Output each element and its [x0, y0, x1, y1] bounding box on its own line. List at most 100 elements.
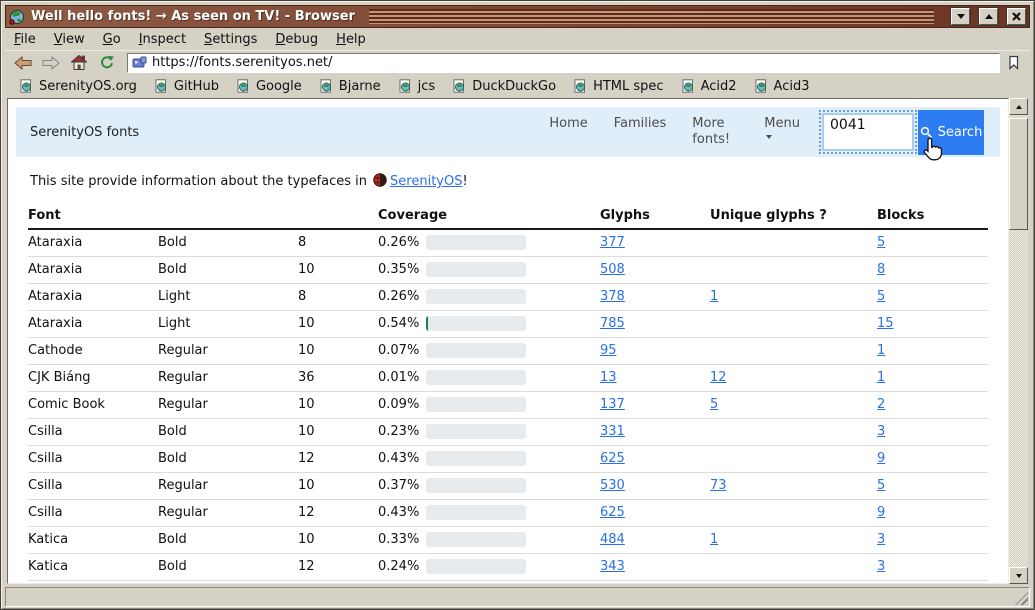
- scrollbar-thumb[interactable]: [1009, 118, 1028, 230]
- forward-button[interactable]: [37, 53, 65, 73]
- blocks-link[interactable]: 3: [877, 424, 885, 439]
- url-input[interactable]: [152, 55, 995, 71]
- glyphs-link[interactable]: 785: [600, 316, 625, 331]
- back-button[interactable]: [9, 53, 37, 73]
- bookmark-item[interactable]: jcs: [390, 79, 445, 94]
- nav-link-families[interactable]: Families: [614, 116, 667, 132]
- bookmark-item[interactable]: Acid2: [673, 79, 746, 94]
- blocks-link[interactable]: 3: [877, 559, 885, 574]
- table-row: Csilla Regular 10 0.37% 530 73 5: [28, 472, 988, 499]
- maximize-button[interactable]: [979, 8, 998, 25]
- glyphs-link[interactable]: 625: [600, 505, 625, 520]
- home-button[interactable]: [65, 53, 93, 73]
- blocks-link[interactable]: 5: [877, 478, 885, 493]
- menu-item[interactable]: File: [5, 32, 45, 47]
- cell-coverage-bar: [426, 256, 600, 283]
- title-bar[interactable]: Well hello fonts! → As seen on TV! - Bro…: [5, 5, 1030, 28]
- blocks-link[interactable]: 3: [877, 532, 885, 547]
- page-globe-icon: [237, 79, 250, 93]
- glyphs-link[interactable]: 625: [600, 451, 625, 466]
- glyphs-link[interactable]: 331: [600, 424, 625, 439]
- nav-menu-dropdown[interactable]: Menu: [764, 116, 800, 139]
- unique-glyphs-link[interactable]: 73: [710, 478, 727, 493]
- blocks-link[interactable]: 15: [877, 316, 894, 331]
- unique-glyphs-link[interactable]: 1: [710, 289, 718, 304]
- glyphs-link[interactable]: 13: [600, 370, 617, 385]
- blocks-link[interactable]: 9: [877, 451, 885, 466]
- cell-blocks: 9: [877, 445, 988, 472]
- glyphs-link[interactable]: 343: [600, 559, 625, 574]
- search-button[interactable]: Search: [918, 110, 984, 155]
- glyphs-link[interactable]: 508: [600, 262, 625, 277]
- scroll-down-button[interactable]: [1009, 567, 1028, 584]
- bookmark-item[interactable]: HTML spec: [565, 79, 672, 94]
- header-coverage: Coverage: [378, 203, 600, 229]
- cell-weight: Regular: [158, 391, 298, 418]
- serenityos-link[interactable]: SerenityOS: [390, 174, 462, 189]
- blocks-link[interactable]: 2: [877, 397, 885, 412]
- reload-button[interactable]: [93, 53, 121, 73]
- cell-coverage-bar: [426, 418, 600, 445]
- blocks-link[interactable]: 8: [877, 262, 885, 277]
- cell-unique-glyphs: [710, 445, 877, 472]
- cell-unique-glyphs: [710, 418, 877, 445]
- bookmark-item[interactable]: DuckDuckGo: [444, 79, 565, 94]
- cell-unique-glyphs: 1: [710, 526, 877, 553]
- scroll-up-button[interactable]: [1009, 98, 1028, 115]
- ladyball-icon: [373, 173, 387, 187]
- unique-glyphs-link[interactable]: 12: [710, 370, 727, 385]
- cell-weight: Bold: [158, 418, 298, 445]
- add-bookmark-button[interactable]: [1000, 52, 1026, 74]
- glyphs-link[interactable]: 484: [600, 532, 625, 547]
- menu-item[interactable]: Go: [94, 32, 130, 47]
- menu-item[interactable]: Settings: [195, 32, 266, 47]
- bookmark-item[interactable]: Google: [228, 79, 311, 94]
- cell-blocks: 3: [877, 553, 988, 580]
- glyphs-link[interactable]: 95: [600, 343, 617, 358]
- vertical-scrollbar[interactable]: [1009, 98, 1028, 584]
- minimize-button[interactable]: [951, 8, 970, 25]
- nav-link-more-fonts[interactable]: More fonts!: [692, 116, 738, 148]
- bookmark-item[interactable]: Bjarne: [311, 79, 390, 94]
- menu-item[interactable]: Debug: [266, 32, 327, 47]
- blocks-link[interactable]: 5: [877, 289, 885, 304]
- coverage-bar: [426, 289, 526, 304]
- cell-size: 8: [298, 229, 378, 256]
- search-input[interactable]: [822, 113, 914, 151]
- coverage-bar: [426, 559, 526, 574]
- bookmark-item[interactable]: Acid3: [746, 79, 819, 94]
- resize-grip[interactable]: [1015, 592, 1028, 605]
- cell-coverage-bar: [426, 283, 600, 310]
- close-button[interactable]: [1007, 8, 1026, 25]
- blocks-link[interactable]: 1: [877, 343, 885, 358]
- cell-coverage-pct: 0.01%: [378, 364, 426, 391]
- menu-item[interactable]: View: [45, 32, 94, 47]
- table-row: Katica Bold 10 0.33% 484 1 3: [28, 526, 988, 553]
- blocks-link[interactable]: 9: [877, 505, 885, 520]
- nav-link-home[interactable]: Home: [549, 116, 587, 132]
- menu-item[interactable]: Inspect: [130, 32, 195, 47]
- glyphs-link[interactable]: 378: [600, 289, 625, 304]
- cell-coverage-bar: [426, 391, 600, 418]
- cell-size: 10: [298, 391, 378, 418]
- bookmark-item[interactable]: GitHub: [146, 79, 228, 94]
- cell-coverage-pct: 0.26%: [378, 229, 426, 256]
- glyphs-link[interactable]: 530: [600, 478, 625, 493]
- blocks-link[interactable]: 5: [877, 235, 885, 250]
- blocks-link[interactable]: 1: [877, 370, 885, 385]
- fonts-table-body: Ataraxia Bold 8 0.26% 377 5 Ataraxia Bol…: [28, 229, 988, 580]
- cell-font-name: Csilla: [28, 418, 158, 445]
- menu-item[interactable]: Help: [327, 32, 375, 47]
- header-glyphs: Glyphs: [600, 203, 710, 229]
- home-icon: [71, 55, 87, 70]
- bookmark-item[interactable]: SerenityOS.org: [11, 79, 146, 94]
- glyphs-link[interactable]: 377: [600, 235, 625, 250]
- page-globe-icon: [20, 79, 33, 93]
- cell-unique-glyphs: 73: [710, 472, 877, 499]
- unique-glyphs-link[interactable]: 1: [710, 532, 718, 547]
- url-bar[interactable]: [127, 53, 1000, 73]
- table-row: Ataraxia Light 10 0.54% 785 15: [28, 310, 988, 337]
- cell-font-name: Katica: [28, 526, 158, 553]
- glyphs-link[interactable]: 137: [600, 397, 625, 412]
- unique-glyphs-link[interactable]: 5: [710, 397, 718, 412]
